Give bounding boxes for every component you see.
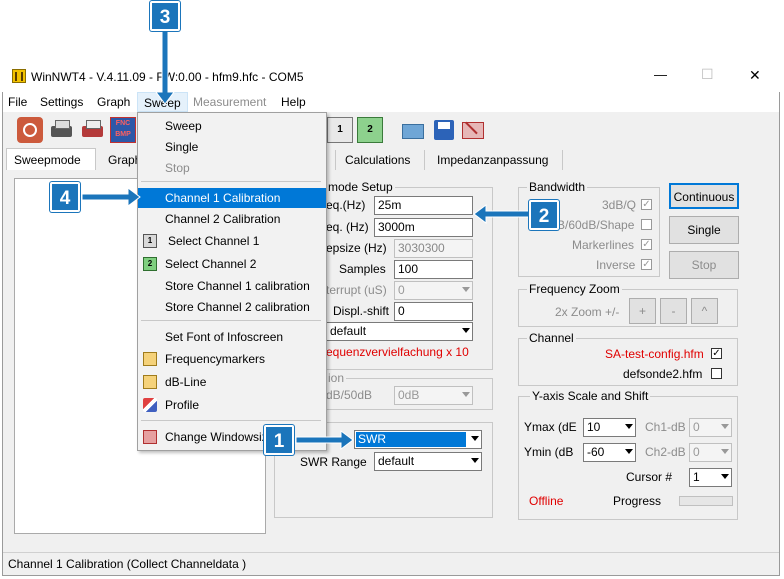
- arrow-1: [295, 430, 354, 450]
- arrow-3: [155, 29, 175, 105]
- annotation-arrows: [81, 29, 531, 450]
- callout-3: 3: [150, 1, 180, 31]
- callout-4: 4: [50, 182, 80, 212]
- arrow-4: [81, 187, 141, 207]
- arrow-2: [473, 204, 531, 224]
- callout-1: 1: [264, 425, 294, 455]
- callout-2: 2: [529, 200, 559, 230]
